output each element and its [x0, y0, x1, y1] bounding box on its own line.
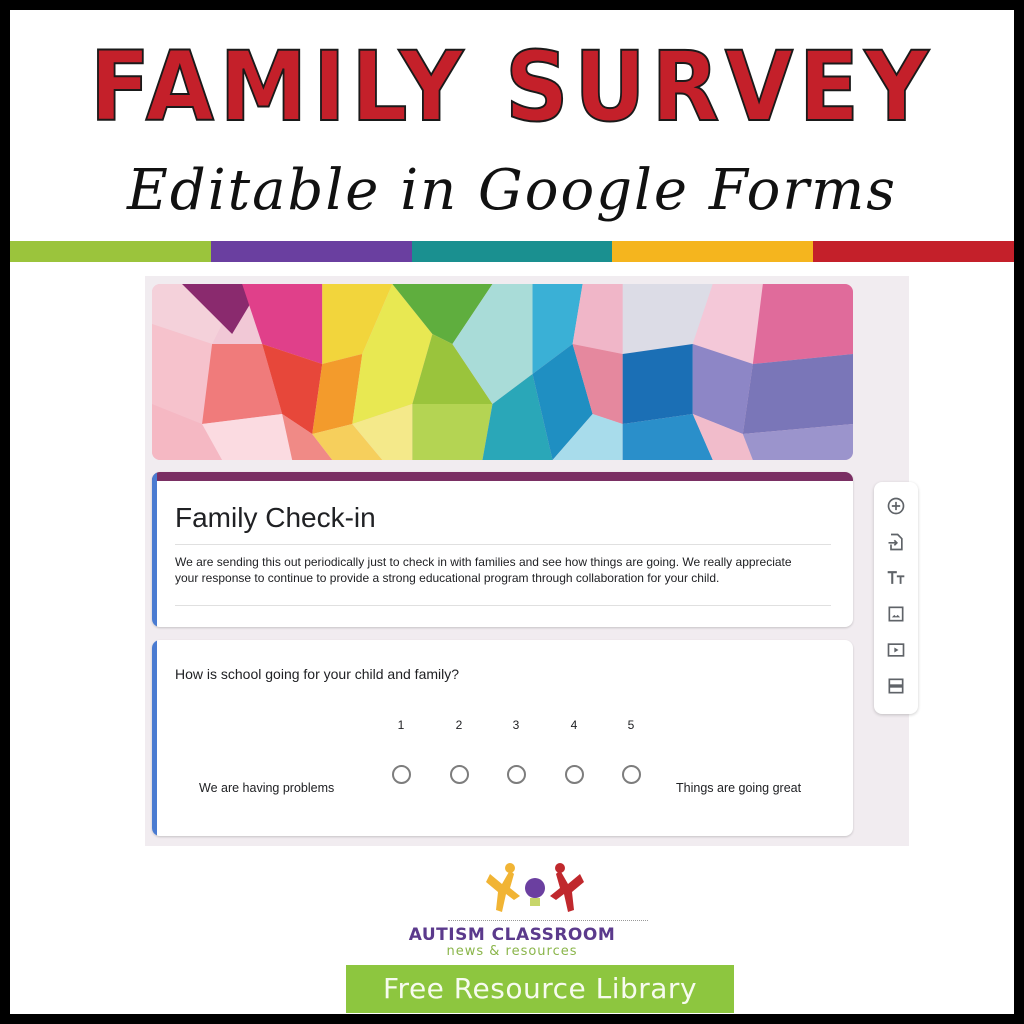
radio-button[interactable] — [391, 765, 411, 784]
free-resource-library-button[interactable]: Free Resource Library — [346, 965, 734, 1013]
title-underline — [175, 544, 831, 545]
brand-logo — [480, 862, 590, 922]
form-toolbar — [874, 482, 918, 714]
scale-option-4[interactable]: 4 — [559, 718, 589, 784]
description-underline — [175, 605, 831, 606]
theme-color-bar — [152, 472, 853, 481]
scale-number: 3 — [512, 718, 520, 732]
header-banner-image — [152, 284, 853, 460]
stripe-green — [10, 241, 211, 262]
promo-subtitle: Editable in Google Forms — [127, 158, 897, 223]
color-stripes — [10, 241, 1014, 262]
stripe-yellow — [612, 241, 814, 262]
brand-tagline: news & resources — [446, 944, 578, 959]
video-icon — [887, 643, 905, 657]
add-image-button[interactable] — [884, 602, 908, 626]
form-description[interactable]: We are sending this out periodically jus… — [175, 554, 815, 586]
add-section-button[interactable] — [884, 674, 908, 698]
google-form-editor: Family Check-in We are sending this out … — [145, 276, 918, 846]
text-size-icon — [887, 571, 905, 584]
kids-lightbulb-icon — [486, 863, 584, 912]
import-questions-button[interactable] — [884, 530, 908, 554]
scale-high-label: Things are going great — [676, 781, 802, 795]
question-card[interactable]: How is school going for your child and f… — [152, 640, 853, 836]
radio-button[interactable] — [449, 765, 469, 784]
radio-button[interactable] — [506, 765, 526, 784]
stripe-red — [813, 241, 1014, 262]
section-icon — [888, 678, 904, 694]
form-title[interactable]: Family Check-in — [175, 502, 376, 534]
scale-number: 4 — [570, 718, 578, 732]
stripe-teal — [411, 241, 613, 262]
import-icon — [888, 533, 903, 551]
image-icon — [888, 606, 904, 622]
polygon-art — [152, 284, 853, 460]
plus-circle-icon — [887, 497, 905, 515]
promo-title: FAMILY SURVEY — [89, 31, 935, 143]
scale-low-label: We are having problems — [199, 781, 335, 795]
promo-frame: FAMILY SURVEY Editable in Google Forms F… — [10, 10, 1014, 1014]
scale-number: 5 — [627, 718, 635, 732]
question-text[interactable]: How is school going for your child and f… — [175, 666, 459, 682]
form-title-card[interactable]: Family Check-in We are sending this out … — [152, 472, 853, 627]
radio-button[interactable] — [564, 765, 584, 784]
add-question-button[interactable] — [884, 494, 908, 518]
add-title-button[interactable] — [884, 566, 908, 590]
active-indicator — [152, 472, 157, 627]
stripe-purple — [210, 241, 412, 262]
scale-option-3[interactable]: 3 — [501, 718, 531, 784]
scale-option-2[interactable]: 2 — [444, 718, 474, 784]
scale-option-1[interactable]: 1 — [386, 718, 416, 784]
radio-button[interactable] — [621, 765, 641, 784]
add-video-button[interactable] — [884, 638, 908, 662]
brand-name: AUTISM CLASSROOM — [408, 925, 616, 945]
scale-number: 2 — [455, 718, 463, 732]
scale-option-5[interactable]: 5 — [616, 718, 646, 784]
scale-number: 1 — [397, 718, 405, 732]
divider — [448, 920, 648, 921]
active-indicator — [152, 640, 157, 836]
